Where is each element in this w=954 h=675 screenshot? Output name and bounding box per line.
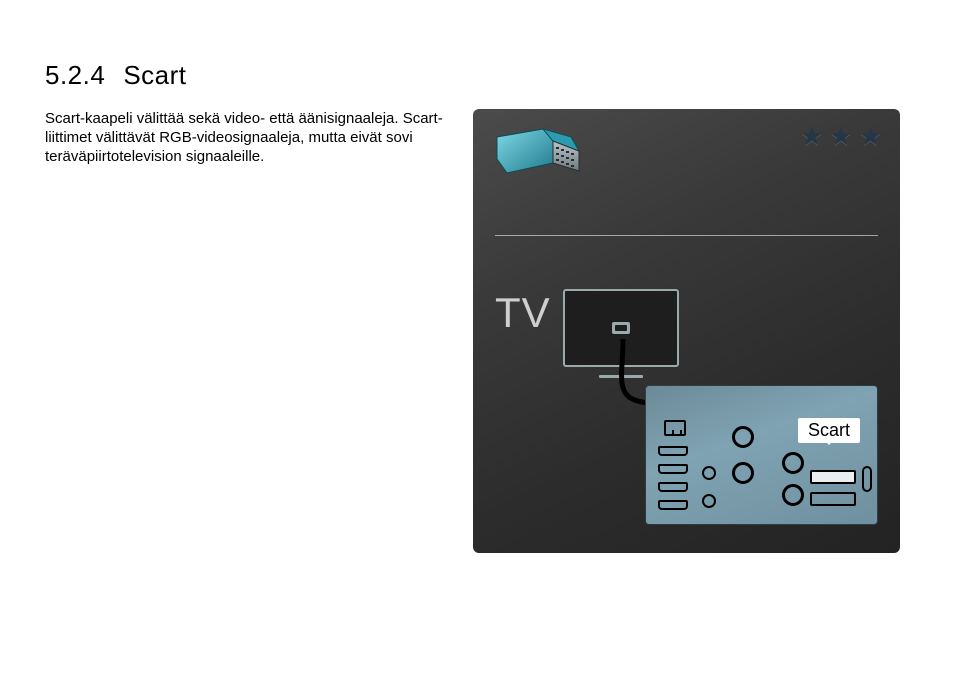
panel-col-center [732,396,754,514]
star-icon: ★ [800,123,823,149]
hdmi-port-icon [658,464,688,474]
component-jack-icon [782,484,804,506]
scart-callout-label: Scart [798,418,860,443]
content-row: Scart-kaapeli välittää sekä video- että … [45,109,909,553]
manual-page: 5.2.4 Scart Scart-kaapeli välittää sekä v… [0,0,954,675]
lan-port-icon [664,420,686,436]
hdmi-port-icon [658,500,688,510]
component-jack-icon [732,462,754,484]
scart-port-icon [810,492,856,506]
component-jack-icon [782,452,804,474]
connection-panel [645,385,878,525]
tv-icon [563,289,679,378]
panel-col-left [658,396,688,514]
divider-line [495,235,878,236]
quality-rating: ★ ★ ★ [800,123,882,149]
av-jack-icon [702,494,716,508]
panel-col-scart [782,396,872,514]
section-heading: 5.2.4 Scart [45,60,909,91]
section-number: 5.2.4 [45,60,105,90]
panel-col-av [702,396,716,514]
star-icon: ★ [859,123,882,149]
section-title: Scart [123,60,186,90]
component-jack-icon [732,426,754,448]
hdmi-port-icon [658,482,688,492]
body-paragraph: Scart-kaapeli välittää sekä video- että … [45,109,455,167]
hdmi-port-icon [658,446,688,456]
illustration-panel: ★ ★ ★ [473,109,900,553]
av-jack-icon [702,466,716,480]
ci-slot-icon [862,466,872,492]
tv-label: TV [495,289,551,337]
star-icon: ★ [829,123,852,149]
scart-connector-icon [491,127,583,185]
scart-port-icon [810,470,856,484]
